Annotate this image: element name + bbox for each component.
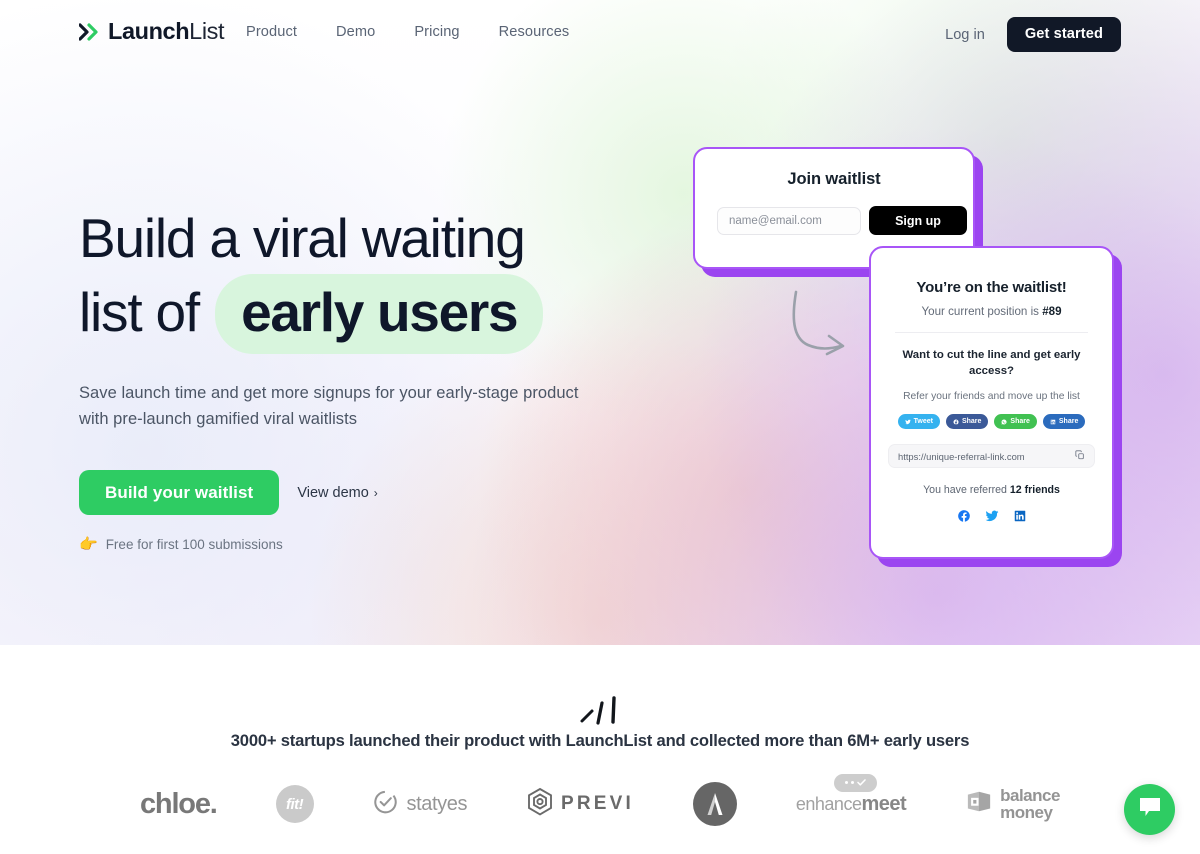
share-twitter-button[interactable]: Tweet	[897, 414, 940, 429]
twitter-icon[interactable]	[985, 509, 999, 528]
status-title: You’re on the waitlist!	[916, 279, 1067, 296]
referral-link-field[interactable]: https://unique-referral-link.com	[888, 444, 1095, 468]
nav-item-resources[interactable]: Resources	[499, 24, 570, 40]
share-facebook-label: Share	[961, 418, 982, 425]
curved-arrow-icon	[792, 290, 845, 356]
site-header: LaunchList Product Demo Pricing Resource…	[0, 0, 1200, 68]
referral-link-value: https://unique-referral-link.com	[898, 450, 1025, 462]
status-refer-hint: Refer your friends and move up the list	[903, 391, 1080, 402]
status-position: Your current position is #89	[871, 305, 1112, 318]
hero-cta-row: Build your waitlist View demo ›	[79, 470, 679, 515]
linkedin-icon[interactable]	[1013, 509, 1027, 528]
page-title: Build a viral waiting list of early user…	[79, 202, 679, 354]
logo-a-circle	[692, 782, 737, 826]
logo-text: LaunchList	[108, 18, 225, 44]
facebook-icon	[953, 419, 959, 424]
free-tier-note: 👉 Free for first 100 submissions	[79, 537, 679, 552]
share-whatsapp-label: Share	[1010, 418, 1030, 425]
check-circle-icon	[372, 788, 399, 820]
logo-fit: fit!	[275, 785, 314, 823]
chat-bubble-icon	[1138, 796, 1162, 823]
twitter-icon	[904, 419, 911, 424]
logo-chloe: chloe.	[140, 787, 218, 821]
share-linkedin-button[interactable]: Share	[1042, 414, 1086, 429]
logo[interactable]: LaunchList	[79, 18, 225, 44]
share-linkedin-label: Share	[1058, 418, 1079, 425]
get-started-button[interactable]: Get started	[1006, 17, 1121, 52]
status-position-prefix: Your current position is	[921, 305, 1039, 318]
referral-count: You have referred 12 friends	[871, 484, 1112, 496]
share-facebook-button[interactable]: Share	[945, 414, 989, 429]
join-waitlist-form: Sign up	[717, 206, 973, 235]
waitlist-status-card: You’re on the waitlist! Your current pos…	[869, 246, 1114, 559]
logo-statyes-text: statyes	[406, 792, 468, 815]
cube-icon	[965, 789, 993, 820]
double-chevron-icon	[79, 23, 101, 41]
email-input[interactable]	[717, 206, 861, 235]
main-nav: Product Demo Pricing Resources	[246, 24, 569, 40]
social-proof-section: 3000+ startups launched their product wi…	[0, 645, 1200, 854]
chat-widget-button[interactable]	[1124, 784, 1175, 835]
view-demo-link[interactable]: View demo ›	[297, 485, 377, 501]
customer-logos: chloe. fit! statyes PREVI enhancemeet ba…	[140, 773, 1060, 835]
whatsapp-icon	[1001, 418, 1007, 424]
join-waitlist-title: Join waitlist	[787, 170, 881, 188]
copy-icon[interactable]	[1075, 447, 1085, 465]
landing-page: LaunchList Product Demo Pricing Resource…	[0, 0, 1200, 854]
a-mark-icon	[692, 782, 737, 826]
social-icons-row	[871, 509, 1112, 528]
logo-balance-money-text: balance money	[1000, 787, 1060, 821]
social-proof-headline: 3000+ startups launched their product wi…	[230, 731, 970, 750]
logo-enhance-light: enhance	[795, 793, 862, 814]
headline-line-1: Build a viral waiting	[79, 207, 526, 269]
status-question: Want to cut the line and get early acces…	[902, 349, 1081, 377]
view-demo-label: View demo	[297, 484, 369, 501]
divider	[895, 332, 1088, 333]
headline-line-2-prefix: list of	[79, 281, 200, 343]
chevron-right-icon: ›	[373, 485, 378, 500]
logo-previ-text: PREVI	[560, 793, 635, 814]
header-actions: Log in Get started	[945, 17, 1121, 52]
logo-enhancemeet: enhancemeet	[795, 773, 907, 816]
facebook-icon[interactable]	[957, 509, 971, 528]
build-your-waitlist-button[interactable]: Build your waitlist	[79, 470, 280, 515]
hero-content: Build a viral waiting list of early user…	[79, 202, 679, 552]
logo-light: List	[189, 18, 225, 44]
share-buttons-row: Tweet Share Share Share	[871, 414, 1112, 429]
sparkle-lines-icon	[580, 696, 616, 725]
logo-enhancemeet-text: enhancemeet	[795, 792, 907, 816]
nav-item-demo[interactable]: Demo	[336, 24, 375, 40]
logo-balance-money: balance money	[965, 787, 1060, 821]
linkedin-icon	[1050, 419, 1056, 424]
nav-item-pricing[interactable]: Pricing	[414, 24, 459, 40]
hero-subheadline: Save launch time and get more signups fo…	[79, 384, 579, 428]
referral-count-value: 12 friends	[1009, 484, 1060, 496]
speech-bubble-icon	[833, 773, 877, 792]
login-link[interactable]: Log in	[945, 27, 985, 43]
pointing-finger-icon: 👉	[79, 536, 98, 553]
referral-count-prefix: You have referred	[923, 484, 1007, 496]
share-whatsapp-button[interactable]: Share	[994, 414, 1037, 429]
hexagon-icon	[526, 787, 554, 822]
logo-previ: PREVI	[526, 787, 634, 822]
nav-item-product[interactable]: Product	[246, 24, 297, 40]
logo-fit-text: fit!	[275, 785, 314, 823]
share-twitter-label: Tweet	[913, 418, 933, 425]
logo-balance-line2: money	[1000, 803, 1053, 822]
logo-meet-bold: meet	[861, 792, 907, 815]
sign-up-button[interactable]: Sign up	[869, 206, 967, 235]
logo-statyes: statyes	[372, 788, 467, 820]
logo-bold: Launch	[108, 18, 190, 44]
free-tier-label: Free for first 100 submissions	[105, 537, 283, 552]
logo-chloe-text: chloe.	[140, 787, 218, 820]
headline-highlight: early users	[215, 274, 544, 354]
status-position-value: #89	[1042, 305, 1062, 318]
